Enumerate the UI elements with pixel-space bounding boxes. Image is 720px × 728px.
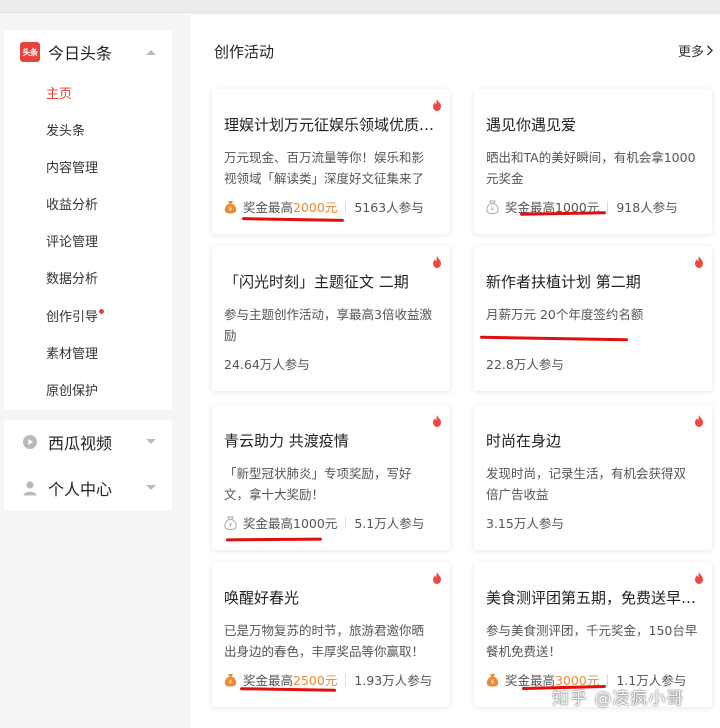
sidebar-item-revenue-analysis[interactable]: 收益分析 [46,196,98,216]
prize-amount: 2000元 [293,200,338,215]
sidebar-toutiao-header[interactable]: 头条 今日头条 [4,30,172,74]
prize-label: 奖金最高 [243,200,294,215]
card-description: 「新型冠状肺炎」专项奖励，写好文，拿十大奖励！ [224,466,412,502]
prize-label: 奖金最高 [243,516,294,531]
divider [607,200,609,213]
participants-count: 1.93万人参与 [354,673,433,688]
card-description: 万元现金、百万流量等你！娱乐和影视领域「解读类」深度好文征集来了 [224,150,425,186]
browser-top-bar [0,0,720,13]
participants-count: 5.1万人参与 [354,516,425,531]
card-description: 已是万物复苏的时节，旅游君邀你晒出身边的春色，丰厚奖品等你赢取！ [224,623,425,659]
card-title: 理娱计划万元征娱乐领域优质… [224,116,434,134]
chevron-right-icon [707,45,713,56]
card-description: 参与美食测评团，千元奖金，150台早餐机免费送！ [486,623,698,659]
card-description: 月薪万元 20个年度签约名额 [486,307,644,322]
divider [345,516,347,529]
card-description: 晒出和TA的美好瞬间，有机会拿1000元奖金 [486,150,696,186]
fire-icon [433,415,441,427]
fire-icon [433,572,441,584]
notification-dot [99,309,105,314]
card-description: 发现时尚，记录生活，有机会获得双倍广告收益 [486,466,687,502]
more-label: 更多 [677,45,704,60]
page-title: 创作活动 [214,43,275,61]
sidebar-item-home[interactable]: 主页 [46,85,72,105]
sidebar-app-title: 今日头条 [48,44,113,63]
fire-icon [433,99,441,111]
activity-card[interactable]: 「闪光时刻」主题征文 二期 参与主题创作活动，享最高3倍收益激励 24.64万人… [212,246,450,391]
sidebar-section-xigua[interactable]: 西瓜视频 [4,420,172,464]
fire-icon [695,572,703,584]
user-icon [20,478,40,498]
sidebar-section-personal-center[interactable]: 个人中心 [4,466,172,510]
activity-card[interactable]: 理娱计划万元征娱乐领域优质… 万元现金、百万流量等你！娱乐和影视领域「解读类」深… [212,89,450,234]
sidebar-item-material-management[interactable]: 素材管理 [46,345,98,365]
card-footer: ¥ 奖金最高 2000元 5163人参与 [224,197,424,216]
card-footer: ¥ 奖金最高 2500元 1.93万人参与 [224,670,432,689]
sidebar-toutiao-panel: 头条 今日头条 主页 发头条 内容管理 收益分析 评论管理 数据分析 创作引导 … [4,30,172,410]
participants-count: 22.8万人参与 [486,357,564,372]
card-title: 新作者扶植计划 第二期 [486,273,641,291]
chevron-down-icon[interactable] [146,483,156,493]
money-bag-icon: ¥ [486,673,499,686]
more-link[interactable]: 更多 [678,41,714,60]
card-footer: ¥ 奖金最高 1000元 5.1万人参与 [224,513,424,532]
sidebar-item-comment-management[interactable]: 评论管理 [46,233,98,253]
money-bag-icon: ¥ [224,200,237,213]
card-title: 时尚在身边 [486,432,562,450]
card-title: 美食测评团第五期，免费送早… [486,589,696,607]
toutiao-logo-icon: 头条 [20,42,40,62]
card-title: 遇见你遇见爱 [486,116,577,134]
fire-icon [695,415,703,427]
card-title: 「闪光时刻」主题征文 二期 [224,273,409,291]
participants-count: 3.15万人参与 [486,516,564,531]
prize-amount: 1000元 [293,516,338,531]
participants-count: 24.64万人参与 [224,357,310,372]
prize-amount: 2500元 [293,673,338,688]
sidebar-item-post[interactable]: 发头条 [46,122,85,142]
card-footer: 24.64万人参与 [224,354,310,373]
divider [345,200,347,213]
watermark: 知乎 @凌疯小哥 [552,689,685,709]
sidebar-item-creation-guide[interactable]: 创作引导 [46,308,105,328]
svg-text:¥: ¥ [229,206,233,213]
money-bag-icon: ¥ [224,673,237,686]
creation-activities-panel: 创作活动 更多 理娱计划万元征娱乐领域优质… 万元现金、百万流量等你！娱乐和影视… [190,15,720,728]
sidebar-item-label: 创作引导 [46,310,99,325]
card-title: 青云助力 共渡疫情 [224,432,349,450]
play-icon [20,432,40,452]
prize-label: 奖金最高 [243,673,294,688]
activity-card[interactable]: 唤醒好春光 已是万物复苏的时节，旅游君邀你晒出身边的春色，丰厚奖品等你赢取！ ¥… [212,562,450,707]
section-title: 个人中心 [48,480,113,499]
svg-text:¥: ¥ [491,206,495,213]
card-footer: 22.8万人参与 [486,354,564,373]
activity-card[interactable]: 青云助力 共渡疫情 「新型冠状肺炎」专项奖励，写好文，拿十大奖励！ ¥ 奖金最高… [212,405,450,550]
activity-card[interactable]: 新作者扶植计划 第二期 月薪万元 20个年度签约名额 22.8万人参与 [474,246,712,391]
money-bag-icon: ¥ [486,200,499,214]
chevron-down-icon[interactable] [146,437,156,447]
sidebar-item-data-analysis[interactable]: 数据分析 [46,270,98,290]
divider [345,673,347,686]
section-title: 西瓜视频 [48,434,113,453]
svg-text:¥: ¥ [229,522,233,529]
card-description: 参与主题创作活动，享最高3倍收益激励 [224,307,432,343]
money-bag-icon: ¥ [224,516,237,530]
sidebar-item-originality-protection[interactable]: 原创保护 [46,382,98,402]
participants-count: 5163人参与 [354,200,424,215]
card-footer: 3.15万人参与 [486,513,564,532]
sidebar-item-content-management[interactable]: 内容管理 [46,159,98,179]
chevron-up-icon[interactable] [146,47,156,57]
participants-count: 918人参与 [616,200,678,215]
svg-text:¥: ¥ [491,679,495,686]
fire-icon [695,256,703,268]
svg-text:¥: ¥ [229,679,233,686]
fire-icon [433,256,441,268]
sidebar-sections-panel: 西瓜视频 个人中心 [4,420,172,510]
activity-card[interactable]: 时尚在身边 发现时尚，记录生活，有机会获得双倍广告收益 3.15万人参与 [474,405,712,550]
card-title: 唤醒好春光 [224,589,300,607]
